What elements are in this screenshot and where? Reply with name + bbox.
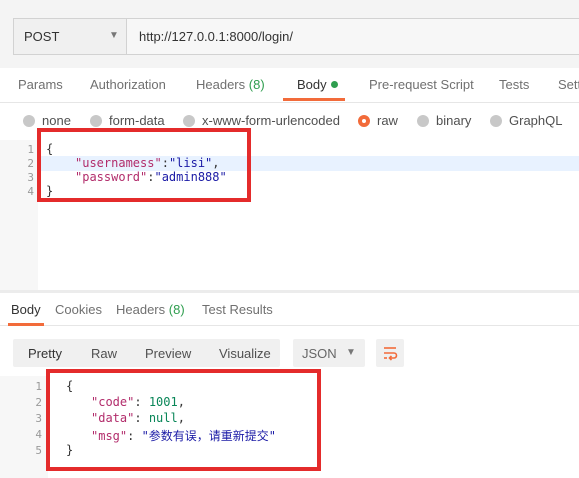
tab-authorization[interactable]: Authorization <box>90 77 166 92</box>
method-label: POST <box>24 29 60 44</box>
line-number: 3 <box>35 412 42 425</box>
line-number: 1 <box>27 143 34 156</box>
radio-none[interactable]: none <box>23 113 71 128</box>
chevron-down-icon: ▼ <box>109 30 119 41</box>
line-number: 2 <box>27 157 34 170</box>
radio-graphql-label: GraphQL <box>509 113 563 128</box>
radio-binary-label: binary <box>436 113 472 128</box>
response-gutter: 1 2 3 4 5 <box>0 376 48 478</box>
method-select[interactable]: POST ▼ <box>13 18 126 55</box>
radio-graphql[interactable]: GraphQL <box>490 113 562 128</box>
radio-urlencoded-label: x-www-form-urlencoded <box>202 113 340 128</box>
annotation-box-request <box>37 128 251 202</box>
tab-prerequest-script[interactable]: Pre-request Script <box>369 77 474 92</box>
line-number: 4 <box>27 185 34 198</box>
radio-urlencoded[interactable]: x-www-form-urlencoded <box>183 113 340 128</box>
wrap-lines-button[interactable] <box>376 339 404 367</box>
radio-raw-label: raw <box>377 113 398 128</box>
view-raw-button[interactable]: Raw <box>91 346 117 361</box>
radio-form-data[interactable]: form-data <box>90 113 165 128</box>
radio-none-label: none <box>42 113 71 128</box>
radio-binary[interactable]: binary <box>417 113 471 128</box>
tab-settings[interactable]: Setti <box>558 77 579 92</box>
body-indicator-dot <box>330 81 338 88</box>
response-tab-headers[interactable]: Headers (8) <box>116 302 185 317</box>
response-tabs: Body Cookies Headers (8) Test Results <box>0 293 579 326</box>
line-number: 4 <box>35 428 42 441</box>
url-input[interactable]: http://127.0.0.1:8000/login/ <box>126 18 579 55</box>
radio-off-icon <box>417 115 429 127</box>
active-tab-underline <box>283 98 345 101</box>
chevron-down-icon: ▼ <box>346 347 356 358</box>
response-tab-cookies[interactable]: Cookies <box>55 302 102 317</box>
wrap-lines-icon <box>384 347 398 361</box>
line-number: 3 <box>27 171 34 184</box>
radio-on-icon <box>358 115 370 127</box>
headers-count: (8) <box>248 77 265 92</box>
radio-off-icon <box>90 115 102 127</box>
tab-headers-label: Headers <box>196 77 246 92</box>
tab-body-label: Body <box>297 77 327 92</box>
editor-gutter: 1 2 3 4 <box>0 140 38 290</box>
response-tab-headers-label: Headers <box>116 302 166 317</box>
radio-off-icon <box>23 115 35 127</box>
line-number: 2 <box>35 396 42 409</box>
response-format-select[interactable]: JSON ▼ <box>293 339 365 367</box>
radio-raw[interactable]: raw <box>358 113 398 128</box>
tab-params[interactable]: Params <box>18 77 63 92</box>
line-number: 5 <box>35 444 42 457</box>
radio-off-icon <box>490 115 502 127</box>
response-tab-body[interactable]: Body <box>11 302 41 317</box>
radio-form-data-label: form-data <box>109 113 165 128</box>
tab-headers[interactable]: Headers (8) <box>196 77 265 92</box>
line-number: 1 <box>35 380 42 393</box>
annotation-box-response <box>46 369 321 471</box>
view-pretty-button[interactable]: Pretty <box>28 346 62 361</box>
view-visualize-button[interactable]: Visualize <box>219 346 271 361</box>
tab-body[interactable]: Body <box>297 77 338 92</box>
response-headers-count: (8) <box>168 302 185 317</box>
url-text: http://127.0.0.1:8000/login/ <box>139 29 293 44</box>
format-label: JSON <box>302 346 337 361</box>
radio-off-icon <box>183 115 195 127</box>
tab-tests[interactable]: Tests <box>499 77 529 92</box>
view-mode-group: Pretty Raw Preview Visualize <box>13 339 280 367</box>
view-preview-button[interactable]: Preview <box>145 346 191 361</box>
response-tab-test-results[interactable]: Test Results <box>202 302 273 317</box>
